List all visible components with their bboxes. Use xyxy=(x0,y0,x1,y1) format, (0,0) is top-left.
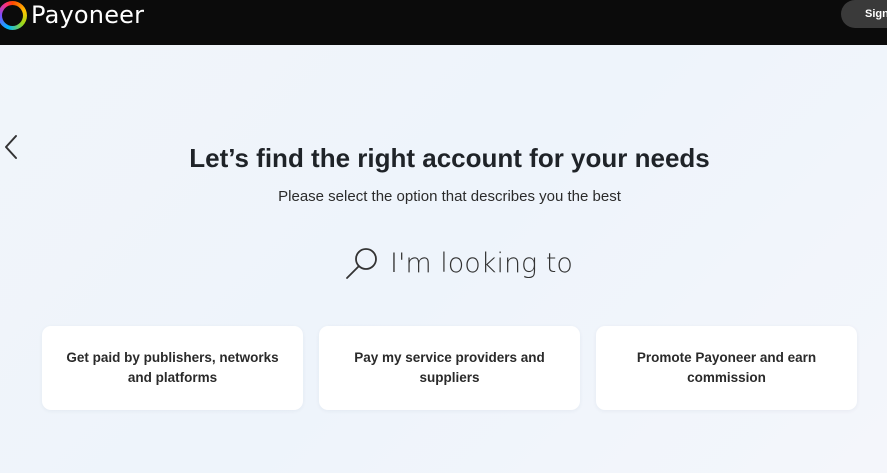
brand-name: Payoneer xyxy=(31,1,145,29)
top-navbar: Payoneer Sign xyxy=(0,0,887,45)
option-label: Pay my service providers and suppliers xyxy=(354,350,545,385)
payoneer-logo-icon xyxy=(0,0,27,30)
looking-to-heading: I'm looking to xyxy=(344,245,573,281)
page-title: Let’s find the right account for your ne… xyxy=(189,143,710,173)
looking-to-label: I'm looking to xyxy=(390,247,573,279)
search-icon xyxy=(346,248,377,279)
page-subtitle: Please select the option that describes … xyxy=(278,188,621,205)
option-label: Promote Payoneer and earn commission xyxy=(636,350,817,385)
option-label: Get paid by publishers, networks and pla… xyxy=(66,350,279,385)
option-card-promote-payoneer[interactable]: Promote Payoneer and earn commission xyxy=(596,326,857,410)
option-card-get-paid[interactable]: Get paid by publishers, networks and pla… xyxy=(42,326,303,410)
payoneer-logo[interactable]: Payoneer xyxy=(0,0,145,30)
sign-in-button[interactable]: Sign xyxy=(841,0,887,28)
option-card-pay-providers[interactable]: Pay my service providers and suppliers xyxy=(319,326,580,410)
